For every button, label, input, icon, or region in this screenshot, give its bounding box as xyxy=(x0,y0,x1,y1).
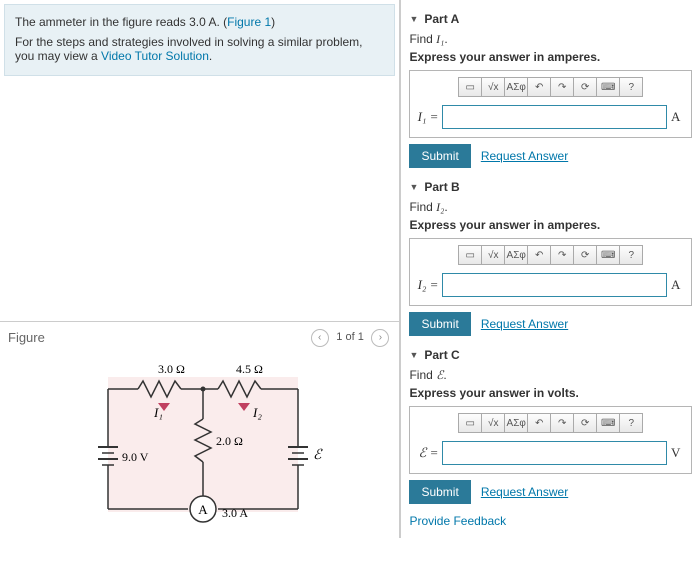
provide-feedback-link[interactable]: Provide Feedback xyxy=(409,514,692,528)
template-icon[interactable]: ▭ xyxy=(458,413,482,433)
video-tutor-link[interactable]: Video Tutor Solution xyxy=(101,49,209,63)
undo-icon[interactable]: ↶ xyxy=(527,245,551,265)
redo-icon[interactable]: ↷ xyxy=(550,77,574,97)
undo-icon[interactable]: ↶ xyxy=(527,77,551,97)
emf-label: ℰ xyxy=(313,448,323,463)
unit-label: V xyxy=(671,445,685,461)
answer-input[interactable] xyxy=(442,105,667,129)
figure-pager-text: 1 of 1 xyxy=(336,331,364,343)
answer-box: ▭√xAΣφ↶↷⟳⌨? I₂ = A xyxy=(409,238,692,306)
keyboard-icon[interactable]: ⌨ xyxy=(596,77,620,97)
ammeter-reading: 3.0 A xyxy=(222,506,248,520)
strategy-text-2: . xyxy=(209,49,212,63)
equation-label: ℰ = xyxy=(416,445,438,461)
unit-label: A xyxy=(671,277,685,293)
i1-label: I₁ xyxy=(153,405,163,420)
part-title: Part A xyxy=(424,12,459,26)
reset-icon[interactable]: ⟳ xyxy=(573,413,597,433)
answer-input[interactable] xyxy=(442,441,667,465)
symbols-icon[interactable]: AΣφ xyxy=(504,413,528,433)
r3-label: 2.0 Ω xyxy=(216,434,243,448)
part-title: Part B xyxy=(424,180,459,194)
i2-label: I₂ xyxy=(252,405,262,420)
redo-icon[interactable]: ↷ xyxy=(550,413,574,433)
r2-label: 4.5 Ω xyxy=(236,362,263,376)
figure-pager: ‹ 1 of 1 › xyxy=(309,328,392,347)
part-title: Part C xyxy=(424,348,459,362)
template-icon[interactable]: ▭ xyxy=(458,245,482,265)
request-answer-link[interactable]: Request Answer xyxy=(481,317,568,331)
redo-icon[interactable]: ↷ xyxy=(550,245,574,265)
submit-button[interactable]: Submit xyxy=(409,144,470,168)
reset-icon[interactable]: ⟳ xyxy=(573,77,597,97)
root-icon[interactable]: √x xyxy=(481,413,505,433)
reset-icon[interactable]: ⟳ xyxy=(573,245,597,265)
figure-prev-button[interactable]: ‹ xyxy=(311,329,329,347)
ammeter-value: 3.0 A xyxy=(189,15,216,29)
v-label: 9.0 V xyxy=(122,450,149,464)
help-icon[interactable]: ? xyxy=(619,77,643,97)
problem-statement: The ammeter in the figure reads 3.0 A. (… xyxy=(4,4,395,76)
figure-next-button[interactable]: › xyxy=(371,329,389,347)
equation-toolbar: ▭√xAΣφ↶↷⟳⌨? xyxy=(416,245,685,265)
root-icon[interactable]: √x xyxy=(481,77,505,97)
equation-label: I₂ = xyxy=(416,277,438,293)
collapse-icon[interactable]: ▼ xyxy=(409,182,418,192)
express-instruction: Express your answer in amperes. xyxy=(409,218,692,232)
template-icon[interactable]: ▭ xyxy=(458,77,482,97)
unit-label: A xyxy=(671,109,685,125)
collapse-icon[interactable]: ▼ xyxy=(409,350,418,360)
answer-box: ▭√xAΣφ↶↷⟳⌨? ℰ = V xyxy=(409,406,692,474)
express-instruction: Express your answer in amperes. xyxy=(409,50,692,64)
find-prompt: Find I₂. xyxy=(409,200,692,215)
equation-toolbar: ▭√xAΣφ↶↷⟳⌨? xyxy=(416,413,685,433)
submit-button[interactable]: Submit xyxy=(409,480,470,504)
express-instruction: Express your answer in volts. xyxy=(409,386,692,400)
answer-input[interactable] xyxy=(442,273,667,297)
request-answer-link[interactable]: Request Answer xyxy=(481,149,568,163)
problem-text-1: The ammeter in the figure reads xyxy=(15,15,189,29)
keyboard-icon[interactable]: ⌨ xyxy=(596,245,620,265)
answer-box: ▭√xAΣφ↶↷⟳⌨? I₁ = A xyxy=(409,70,692,138)
part-b: ▼ Part B Find I₂. Express your answer in am… xyxy=(409,180,692,336)
symbols-icon[interactable]: AΣφ xyxy=(504,245,528,265)
figure-link[interactable]: Figure 1 xyxy=(227,15,271,29)
circuit-diagram: A xyxy=(8,359,391,532)
root-icon[interactable]: √x xyxy=(481,245,505,265)
equation-label: I₁ = xyxy=(416,109,438,125)
r1-label: 3.0 Ω xyxy=(158,362,185,376)
request-answer-link[interactable]: Request Answer xyxy=(481,485,568,499)
symbols-icon[interactable]: AΣφ xyxy=(504,77,528,97)
figure-heading: Figure xyxy=(8,330,45,345)
problem-text-3: ) xyxy=(271,15,275,29)
find-prompt: Find ℰ. xyxy=(409,368,692,383)
part-c: ▼ Part C Find ℰ. Express your answer in vol… xyxy=(409,348,692,504)
collapse-icon[interactable]: ▼ xyxy=(409,14,418,24)
part-a: ▼ Part A Find I₁. Express your answer in am… xyxy=(409,12,692,168)
problem-text-2: . ( xyxy=(216,15,227,29)
equation-toolbar: ▭√xAΣφ↶↷⟳⌨? xyxy=(416,77,685,97)
ammeter-symbol: A xyxy=(198,502,208,517)
undo-icon[interactable]: ↶ xyxy=(527,413,551,433)
submit-button[interactable]: Submit xyxy=(409,312,470,336)
help-icon[interactable]: ? xyxy=(619,245,643,265)
help-icon[interactable]: ? xyxy=(619,413,643,433)
find-prompt: Find I₁. xyxy=(409,32,692,47)
keyboard-icon[interactable]: ⌨ xyxy=(596,413,620,433)
